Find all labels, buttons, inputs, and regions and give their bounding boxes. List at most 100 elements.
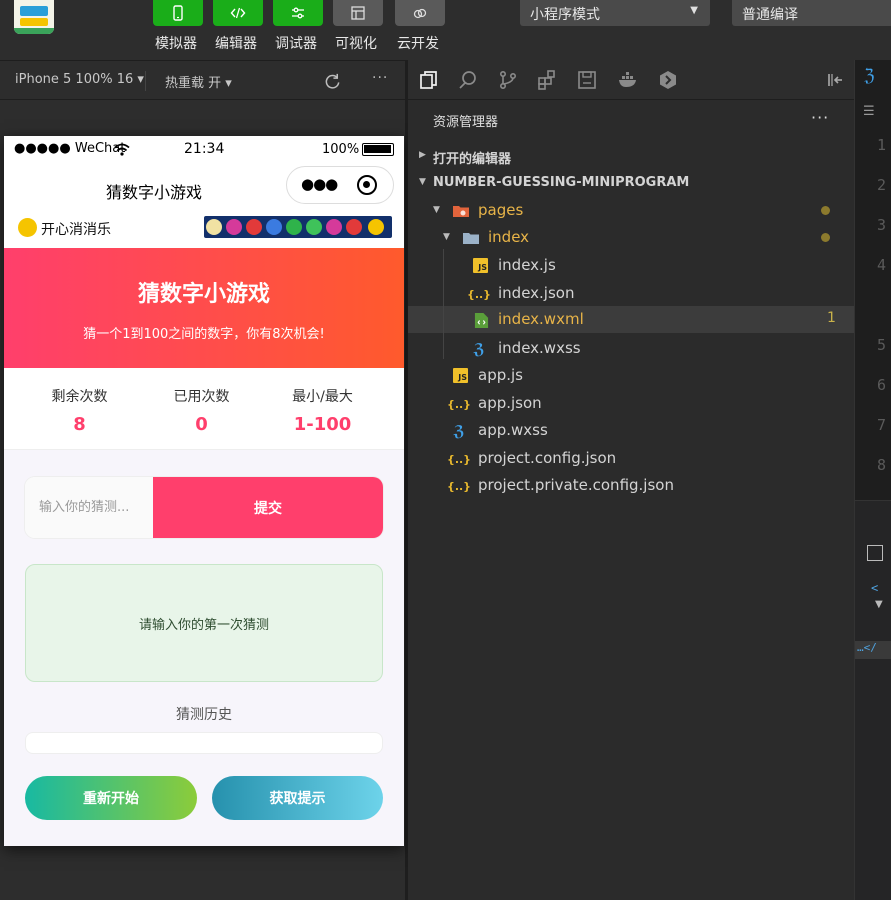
section-label: 打开的编辑器 <box>433 152 512 167</box>
more-icon[interactable]: ··· <box>372 70 388 86</box>
ad-banner[interactable]: 开心消消乐 <box>4 210 404 248</box>
stat-value: 1-100 <box>293 414 352 435</box>
guess-form: 提交 <box>25 477 383 538</box>
inspect-icon[interactable] <box>867 545 883 561</box>
wxss-tab-icon[interactable]: ℨ <box>864 66 886 88</box>
project-logo[interactable] <box>14 0 54 34</box>
devtools-window: 模拟器 编辑器 调试器 可视化 云开发 小程序模式 ▼ 普通编译 iPhone … <box>0 0 891 900</box>
explorer-icon[interactable] <box>417 68 441 92</box>
restart-button[interactable]: 重新开始 <box>25 776 197 820</box>
submit-button[interactable]: 提交 <box>153 477 383 538</box>
battery-icon <box>362 143 394 156</box>
wxml-file-icon <box>472 311 490 329</box>
compile-select-value: 普通编译 <box>742 7 798 23</box>
ad-image <box>204 216 392 238</box>
chevron-down-icon: ▼ <box>419 177 426 187</box>
feedback-message: 请输入你的第一次猜测 <box>25 564 383 682</box>
line-number: 7 <box>877 416 887 434</box>
top-toolbar: 模拟器 编辑器 调试器 可视化 云开发 小程序模式 ▼ 普通编译 <box>0 0 891 60</box>
wxss-file-icon: ℨ <box>453 422 465 440</box>
line-number: 2 <box>877 176 887 194</box>
source-control-icon[interactable] <box>496 68 520 92</box>
file-project-config[interactable]: {..} project.config.json <box>408 445 854 472</box>
cloud-files-icon[interactable] <box>575 68 599 92</box>
mode-select[interactable]: 小程序模式 ▼ <box>520 0 710 26</box>
modified-dot <box>821 233 830 242</box>
history-title: 猜测历史 <box>176 707 232 723</box>
stat-label: 最小/最大 <box>292 389 353 405</box>
toggle-panel-icon[interactable] <box>823 68 847 92</box>
cloud-dev-button[interactable] <box>395 0 445 26</box>
file-name: index.js <box>498 256 556 274</box>
simulator-toolbar: iPhone 5 100% 16 ▾ 热重载 开 ▾ ··· <box>0 60 405 100</box>
menu-dots-icon[interactable]: ●●● <box>301 175 338 193</box>
file-app-json[interactable]: {..} app.json <box>408 390 854 417</box>
code-icon <box>230 7 246 19</box>
explorer-more-icon[interactable]: ··· <box>811 108 829 127</box>
open-editors-section[interactable]: ▶ 打开的编辑器 <box>408 142 854 169</box>
extensions-icon[interactable] <box>535 68 559 92</box>
capsule-menu[interactable]: ●●● <box>286 166 394 204</box>
project-name: NUMBER-GUESSING-MINIPROGRAM <box>433 175 690 190</box>
hint-button[interactable]: 获取提示 <box>212 776 383 820</box>
visual-toggle-button[interactable] <box>333 0 383 26</box>
nav-bar: 猜数字小游戏 ●●● <box>4 164 404 210</box>
close-miniprogram-icon[interactable] <box>357 175 377 195</box>
caret-down-icon: ▼ <box>690 5 698 16</box>
debugger-toggle-button[interactable] <box>273 0 323 26</box>
plugin-icon[interactable] <box>656 68 680 92</box>
file-index-js[interactable]: JS index.js <box>408 252 854 279</box>
line-number: 6 <box>877 376 887 394</box>
outline-icon[interactable]: ☰ <box>863 104 875 119</box>
activity-bar <box>408 60 854 100</box>
stats-panel: 剩余次数 8 已用次数 0 最小/最大 1-100 <box>4 368 404 450</box>
explorer-panel: 资源管理器 ··· ▶ 打开的编辑器 ▼ NUMBER-GUESSING-MIN… <box>408 100 854 900</box>
line-number: 5 <box>877 336 887 354</box>
folder-index[interactable]: ▼ index <box>408 224 854 251</box>
device-select[interactable]: iPhone 5 100% 16 ▾ <box>15 72 144 87</box>
docker-icon[interactable] <box>616 68 640 92</box>
explorer-title: 资源管理器 <box>433 115 499 130</box>
simulator-toggle-button[interactable] <box>153 0 203 26</box>
line-number: 4 <box>877 256 887 274</box>
stat-used: 已用次数 0 <box>135 386 268 435</box>
tree-indent-guide <box>443 249 444 359</box>
file-name: app.wxss <box>478 421 548 439</box>
folder-open-icon <box>452 202 470 220</box>
chevron-down-icon: ▼ <box>443 232 450 242</box>
guess-input[interactable] <box>25 477 153 538</box>
dom-node-selected[interactable]: …</ <box>855 641 891 659</box>
folder-pages[interactable]: ▼ pages <box>408 197 854 224</box>
line-number: 8 <box>877 456 887 474</box>
nav-title: 猜数字小游戏 <box>105 183 202 202</box>
history-list <box>25 732 383 754</box>
chevron-right-icon: ▶ <box>419 150 426 160</box>
project-section[interactable]: ▼ NUMBER-GUESSING-MINIPROGRAM <box>408 169 854 196</box>
hot-reload-select[interactable]: 热重载 开 ▾ <box>165 72 232 91</box>
folder-name: index <box>488 228 530 246</box>
file-app-js[interactable]: JS app.js <box>408 362 854 389</box>
file-project-private-config[interactable]: {..} project.private.config.json <box>408 472 854 499</box>
game-avatar-icon <box>18 218 37 237</box>
file-index-wxss[interactable]: ℨ index.wxss <box>408 335 854 362</box>
file-name: project.config.json <box>478 449 617 467</box>
dom-node-open-tag[interactable]: < <box>871 581 878 595</box>
json-file-icon: {..} <box>446 479 472 493</box>
game-title: 猜数字小游戏 <box>137 282 270 307</box>
file-index-wxml[interactable]: index.wxml 1 <box>408 306 854 333</box>
folder-name: pages <box>478 201 524 219</box>
cloud-icon <box>413 8 427 19</box>
tool-label-cloud: 云开发 <box>397 36 439 52</box>
status-time: 21:34 <box>184 141 225 157</box>
tool-label-debugger: 调试器 <box>275 36 317 52</box>
search-icon[interactable] <box>456 68 480 92</box>
file-index-json[interactable]: {..} index.json <box>408 280 854 307</box>
file-app-wxss[interactable]: ℨ app.wxss <box>408 417 854 444</box>
status-bar: ●●●●● WeChat 21:34 100% <box>4 136 404 164</box>
divider <box>145 71 146 91</box>
json-file-icon: {..} <box>446 397 472 411</box>
refresh-icon[interactable] <box>323 72 342 91</box>
file-name: index.json <box>498 284 575 302</box>
compile-select[interactable]: 普通编译 <box>732 0 891 26</box>
editor-toggle-button[interactable] <box>213 0 263 26</box>
